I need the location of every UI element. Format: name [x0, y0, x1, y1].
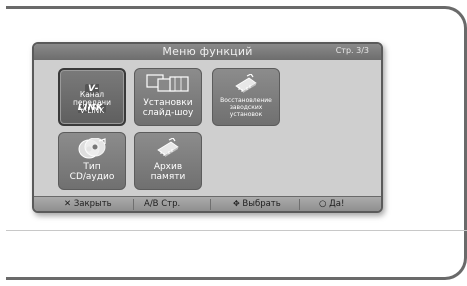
tile-memory-archive[interactable]: Архив памяти — [134, 132, 202, 190]
tile-label: Канал передачи V-LINK — [73, 90, 111, 115]
dpad-icon: ✥ — [233, 199, 240, 208]
tile-v-link[interactable]: V-LINK Канал передачи V-LINK — [58, 68, 126, 126]
select-button[interactable]: ✥ Выбрать — [233, 199, 281, 209]
page-divider — [6, 230, 467, 231]
menu-footer: ✕ Закрыть A/B Стр. ✥ Выбрать ○ Да! — [34, 196, 381, 211]
slideshow-frames-icon — [146, 74, 190, 98]
tile-factory-reset[interactable]: Восстановление заводских установок — [212, 68, 280, 126]
footer-divider — [299, 199, 300, 210]
tile-label: Установки слайд-шоу — [142, 98, 194, 118]
ab-page-button[interactable]: A/B Стр. — [144, 199, 180, 209]
ok-button[interactable]: ○ Да! — [319, 199, 344, 209]
tile-label: Архив памяти — [150, 162, 186, 182]
memory-chip-icon — [155, 137, 181, 162]
footer-divider — [133, 199, 134, 210]
reset-chip-icon — [233, 73, 259, 98]
tile-cd-audio-type[interactable]: Тип CD/аудио — [58, 132, 126, 190]
tile-label: Восстановление заводских установок — [220, 97, 272, 118]
close-button[interactable]: ✕ Закрыть — [64, 199, 112, 209]
tile-slideshow-settings[interactable]: Установки слайд-шоу — [134, 68, 202, 126]
function-menu-screen: Меню функций Стр. 3/3 V-LINK Канал перед… — [32, 42, 383, 213]
footer-divider — [210, 199, 211, 210]
cd-disc-icon — [77, 137, 107, 164]
tile-label: Тип CD/аудио — [69, 162, 115, 182]
select-label: Выбрать — [242, 199, 281, 209]
